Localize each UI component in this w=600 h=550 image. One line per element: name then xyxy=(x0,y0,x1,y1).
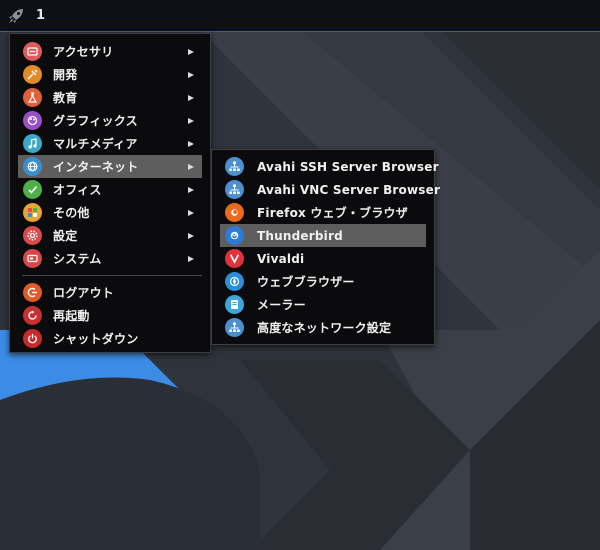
workspace-indicator[interactable]: 1 xyxy=(36,8,45,23)
menu-item-label: インターネット xyxy=(53,160,139,174)
office-icon xyxy=(23,180,42,199)
system-icon xyxy=(23,249,42,268)
menu-item-firefox[interactable]: Firefox ウェブ・ブラウザ xyxy=(220,201,426,224)
submenu-arrow-icon xyxy=(188,48,194,55)
education-icon xyxy=(23,88,42,107)
menu-item-network-settings[interactable]: 高度なネットワーク設定 xyxy=(220,316,426,339)
reboot-icon xyxy=(23,306,42,325)
network-icon xyxy=(225,157,244,176)
submenu-arrow-icon xyxy=(188,140,194,147)
network-settings-icon xyxy=(225,318,244,337)
menu-launcher-button[interactable] xyxy=(0,0,32,32)
menu-item-label: Thunderbird xyxy=(257,228,343,243)
menu-item-accessories[interactable]: アクセサリ xyxy=(18,40,202,63)
internet-submenu: Avahi SSH Server Browser Avahi VNC Serve… xyxy=(211,149,440,345)
menu-item-avahi-ssh[interactable]: Avahi SSH Server Browser xyxy=(220,155,439,178)
application-menu: アクセサリ 開発 教育 グラフィックス マルチメディア インターネット オフィス… xyxy=(9,33,211,353)
menu-item-label: Vivaldi xyxy=(257,251,305,266)
menu-item-label: 再起動 xyxy=(53,309,90,323)
menu-item-label: グラフィックス xyxy=(53,114,138,128)
submenu-arrow-icon xyxy=(188,94,194,101)
vivaldi-icon xyxy=(225,249,244,268)
submenu-arrow-icon xyxy=(188,186,194,193)
menu-separator xyxy=(22,275,202,276)
network-icon xyxy=(225,180,244,199)
menu-item-web-browser[interactable]: ウェブブラウザー xyxy=(220,270,426,293)
submenu-arrow-icon xyxy=(188,71,194,78)
submenu-arrow-icon xyxy=(188,209,194,216)
graphics-icon xyxy=(23,111,42,130)
menu-item-label: Avahi VNC Server Browser xyxy=(257,182,441,197)
menu-item-label: オフィス xyxy=(53,183,102,197)
thunderbird-icon xyxy=(225,226,244,245)
shutdown-icon xyxy=(23,329,42,348)
web-browser-icon xyxy=(225,272,244,291)
menu-item-internet[interactable]: インターネット xyxy=(18,155,202,178)
menu-item-avahi-vnc[interactable]: Avahi VNC Server Browser xyxy=(220,178,440,201)
submenu-arrow-icon xyxy=(188,117,194,124)
top-panel: 1 xyxy=(0,0,600,32)
multimedia-icon xyxy=(23,134,42,153)
menu-item-office[interactable]: オフィス xyxy=(18,178,202,201)
menu-item-logout[interactable]: ログアウト xyxy=(18,281,202,304)
menu-item-label: Firefox ウェブ・ブラウザ xyxy=(257,206,408,220)
submenu-arrow-icon xyxy=(188,255,194,262)
menu-item-label: 開発 xyxy=(53,68,78,82)
menu-item-label: その他 xyxy=(53,206,90,220)
menu-item-education[interactable]: 教育 xyxy=(18,86,202,109)
menu-item-label: 高度なネットワーク設定 xyxy=(257,321,392,335)
menu-item-multimedia[interactable]: マルチメディア xyxy=(18,132,202,155)
submenu-arrow-icon xyxy=(188,163,194,170)
menu-item-label: 教育 xyxy=(53,91,78,105)
accessories-icon xyxy=(23,42,42,61)
development-icon xyxy=(23,65,42,84)
menu-item-mailer[interactable]: メーラー xyxy=(220,293,426,316)
internet-icon xyxy=(23,157,42,176)
menu-item-label: ウェブブラウザー xyxy=(257,275,355,289)
menu-item-reboot[interactable]: 再起動 xyxy=(18,304,202,327)
mailer-icon xyxy=(225,295,244,314)
menu-item-label: システム xyxy=(53,252,102,266)
logout-icon xyxy=(23,283,42,302)
rocket-icon xyxy=(9,8,23,23)
menu-item-label: メーラー xyxy=(257,298,306,312)
menu-item-label: Avahi SSH Server Browser xyxy=(257,159,439,174)
menu-item-label: アクセサリ xyxy=(53,45,114,59)
menu-item-thunderbird[interactable]: Thunderbird xyxy=(220,224,426,247)
menu-item-vivaldi[interactable]: Vivaldi xyxy=(220,247,426,270)
menu-item-graphics[interactable]: グラフィックス xyxy=(18,109,202,132)
firefox-icon xyxy=(225,203,244,222)
menu-item-system[interactable]: システム xyxy=(18,247,202,270)
menu-item-label: シャットダウン xyxy=(53,332,139,346)
menu-item-settings[interactable]: 設定 xyxy=(18,224,202,247)
menu-item-shutdown[interactable]: シャットダウン xyxy=(18,327,202,350)
other-icon xyxy=(23,203,42,222)
settings-icon xyxy=(23,226,42,245)
menu-item-development[interactable]: 開発 xyxy=(18,63,202,86)
menu-item-other[interactable]: その他 xyxy=(18,201,202,224)
menu-item-label: マルチメディア xyxy=(53,137,138,151)
menu-item-label: 設定 xyxy=(53,229,78,243)
submenu-arrow-icon xyxy=(188,232,194,239)
menu-item-label: ログアウト xyxy=(53,286,115,300)
